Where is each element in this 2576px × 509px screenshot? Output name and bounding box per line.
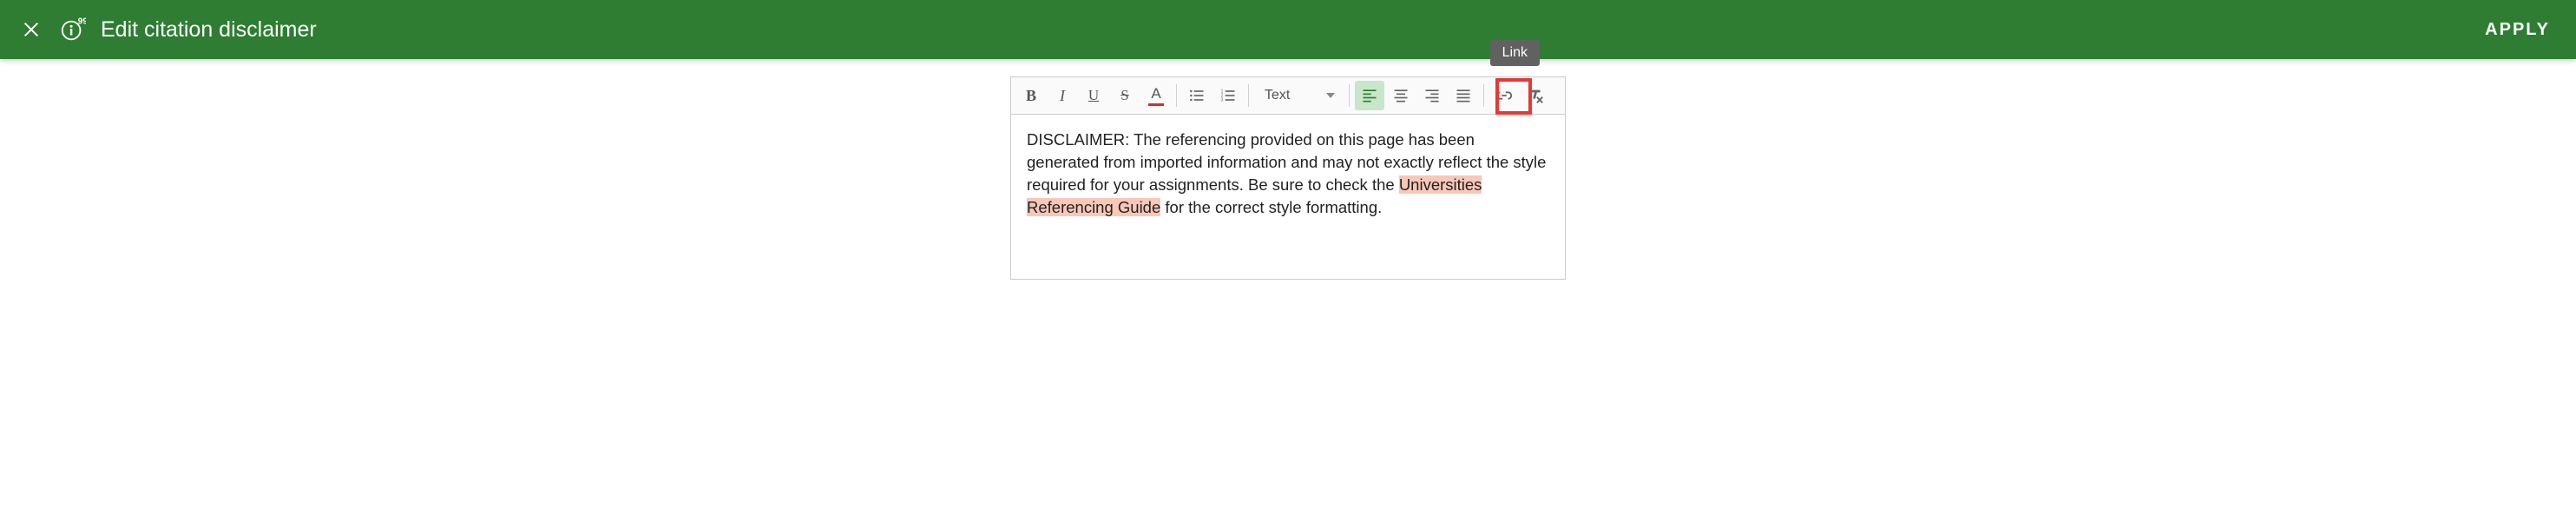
strikethrough-icon: S — [1120, 87, 1128, 104]
bold-icon: B — [1026, 87, 1036, 105]
text-color-button[interactable]: A — [1141, 81, 1171, 110]
chevron-down-icon — [1326, 93, 1335, 98]
insert-link-button[interactable] — [1489, 81, 1519, 110]
align-left-icon — [1361, 87, 1378, 104]
bold-button[interactable]: B — [1016, 81, 1046, 110]
align-justify-icon — [1455, 87, 1472, 104]
align-center-icon — [1392, 87, 1410, 104]
toolbar-divider — [1248, 84, 1249, 107]
clear-formatting-icon — [1526, 86, 1545, 105]
align-left-button[interactable] — [1355, 81, 1384, 110]
align-right-button[interactable] — [1417, 81, 1447, 110]
paragraph-style-label: Text — [1265, 88, 1290, 103]
editor: Link B I U S A 1 2 3 — [1010, 76, 1566, 280]
close-button[interactable] — [17, 16, 45, 43]
toolbar-divider — [1176, 84, 1177, 107]
underline-button[interactable]: U — [1079, 81, 1108, 110]
toolbar-divider — [1483, 84, 1484, 107]
svg-text:99: 99 — [78, 17, 86, 26]
editor-content[interactable]: DISCLAIMER: The referencing provided on … — [1010, 115, 1566, 280]
numbered-list-button[interactable]: 1 2 3 — [1213, 81, 1243, 110]
apply-button[interactable]: APPLY — [2485, 20, 2559, 40]
align-right-icon — [1423, 87, 1441, 104]
link-icon — [1495, 86, 1514, 105]
text-color-icon: A — [1148, 85, 1164, 106]
numbered-list-icon: 1 2 3 — [1219, 87, 1237, 104]
dialog-header: 99 Edit citation disclaimer APPLY — [0, 0, 2576, 59]
toolbar-divider — [1349, 84, 1350, 107]
bullet-list-icon — [1188, 87, 1206, 104]
editor-toolbar: B I U S A 1 2 3 Text — [1010, 76, 1566, 115]
info-button[interactable]: 99 — [57, 14, 89, 45]
dialog-title: Edit citation disclaimer — [101, 17, 317, 43]
info-quote-icon: 99 — [60, 17, 86, 43]
strikethrough-button[interactable]: S — [1110, 81, 1140, 110]
paragraph-style-dropdown[interactable]: Text — [1254, 81, 1344, 110]
svg-text:3: 3 — [1221, 98, 1224, 103]
italic-button[interactable]: I — [1048, 81, 1077, 110]
italic-icon: I — [1060, 87, 1065, 105]
clear-formatting-button[interactable] — [1521, 81, 1550, 110]
content-text-after: for the correct style formatting. — [1160, 198, 1382, 216]
bullet-list-button[interactable] — [1182, 81, 1212, 110]
close-icon — [22, 20, 41, 39]
underline-icon: U — [1088, 87, 1099, 104]
align-justify-button[interactable] — [1449, 81, 1478, 110]
align-center-button[interactable] — [1386, 81, 1416, 110]
